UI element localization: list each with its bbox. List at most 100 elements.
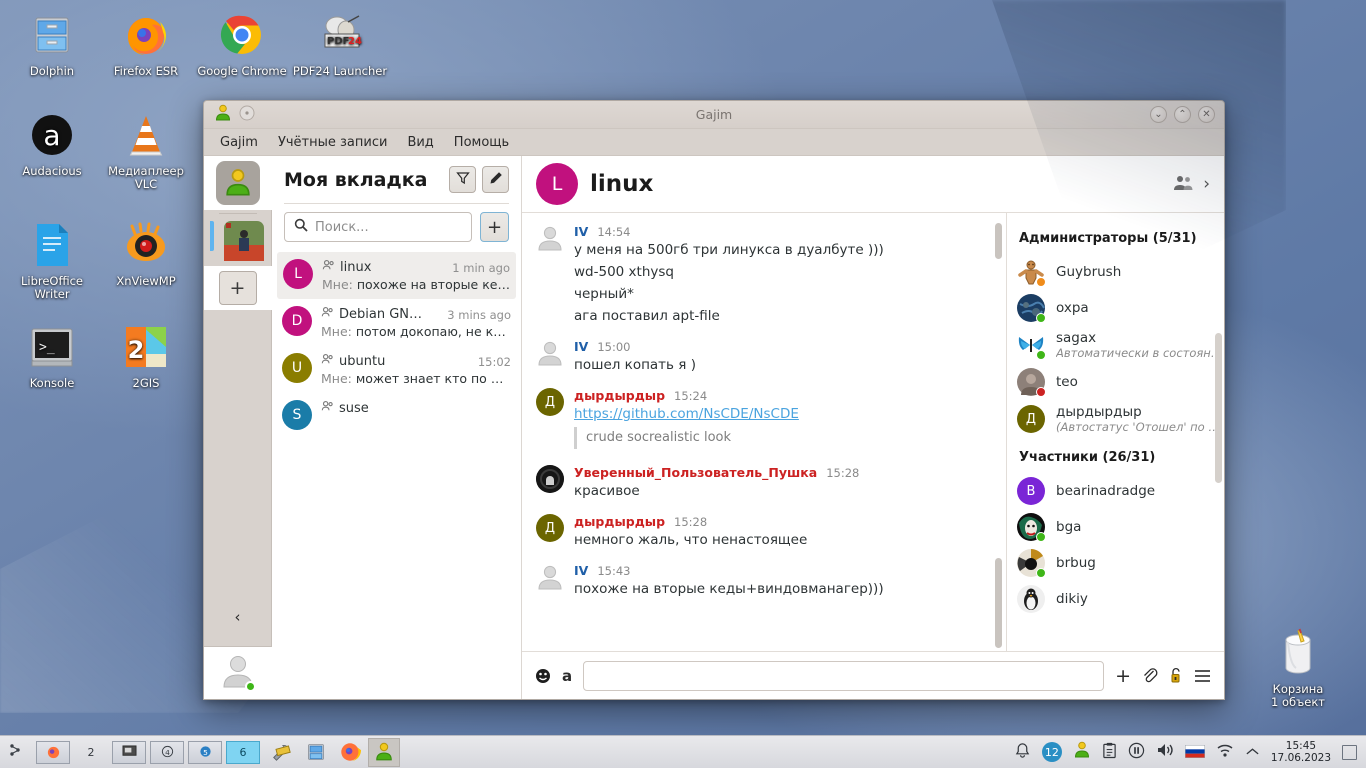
- pause-icon[interactable]: [1128, 742, 1145, 763]
- format-text-icon[interactable]: a: [562, 667, 572, 685]
- participant-row[interactable]: Д дырдырдыр (Автостатус 'Отошел' по …: [1017, 400, 1224, 438]
- bell-icon[interactable]: [1014, 742, 1031, 763]
- add-account-button[interactable]: +: [218, 271, 257, 305]
- chat-list-item-suse[interactable]: S suse: [272, 393, 521, 437]
- svg-text:2: 2: [128, 336, 145, 364]
- svg-text:4: 4: [165, 748, 170, 757]
- desktop-icon-xnview[interactable]: XnViewMP: [98, 218, 194, 288]
- presence-dot-dnd: [1036, 387, 1046, 397]
- conversation-avatar: L: [536, 163, 578, 205]
- trash-sublabel: 1 объект: [1271, 695, 1325, 709]
- chat-list-item-linux[interactable]: L linux 1 min ago Мне: похоже на вторые …: [277, 252, 516, 299]
- desktop-icon-2gis[interactable]: 2 2GIS: [98, 320, 194, 390]
- participant-row[interactable]: dikiy: [1017, 581, 1224, 617]
- desktop-icon-writer[interactable]: LibreOffice Writer: [4, 218, 100, 301]
- volume-icon[interactable]: [1156, 742, 1174, 762]
- account-unread-indicator: [209, 221, 214, 251]
- show-desktop-icon[interactable]: [1342, 744, 1357, 760]
- menu-accounts[interactable]: Учётные записи: [278, 135, 388, 150]
- message-time: 14:54: [597, 225, 631, 239]
- desktop-icon-chrome[interactable]: Google Chrome: [194, 8, 290, 78]
- chat-list-item-debian[interactable]: D Debian GN… 3 mins ago Мне: потом докоп…: [272, 299, 521, 346]
- add-account-entry[interactable]: +: [203, 266, 272, 310]
- group-title-admins: Администраторы (5/31): [1019, 231, 1197, 246]
- avatar: [1017, 331, 1046, 360]
- desktop: Dolphin Firefox ESR Google Chrome PDF 24…: [0, 0, 1366, 768]
- participant-row[interactable]: oxpa: [1017, 290, 1224, 326]
- desktop-icon-audacious[interactable]: a Audacious: [4, 108, 100, 178]
- message-scrollbar-thumb-top[interactable]: [995, 223, 1002, 259]
- search-input[interactable]: [315, 219, 462, 235]
- menu-gajim[interactable]: Gajim: [220, 135, 258, 150]
- clipboard-icon[interactable]: [1102, 742, 1117, 763]
- pdf24-icon: PDF 24: [292, 8, 388, 62]
- search-box[interactable]: [284, 212, 472, 242]
- filter-icon: [455, 171, 470, 189]
- pager-desktop-6-current[interactable]: 6: [226, 740, 260, 764]
- menu-view[interactable]: Вид: [407, 135, 433, 150]
- desktop-icon-label: Google Chrome: [197, 64, 287, 78]
- start-chat-button[interactable]: +: [480, 212, 509, 242]
- message-scrollbar-thumb[interactable]: [995, 558, 1002, 648]
- participant-row[interactable]: Guybrush: [1017, 254, 1224, 290]
- plus-icon[interactable]: +: [1115, 665, 1131, 687]
- taskbar-item-gajim[interactable]: [368, 737, 400, 767]
- participants-panel[interactable]: Администраторы (5/31) Guybrush oxpa saga…: [1006, 213, 1224, 651]
- filter-button[interactable]: [449, 166, 476, 193]
- participant-row[interactable]: bga: [1017, 509, 1224, 545]
- window-close-button[interactable]: ✕: [1198, 106, 1215, 123]
- chevron-up-icon[interactable]: [1245, 743, 1260, 762]
- chevron-right-icon[interactable]: ›: [1203, 174, 1210, 194]
- taskbar-item-tools[interactable]: [266, 738, 298, 767]
- participant-row[interactable]: B bearinadradge: [1017, 473, 1224, 509]
- desktop-icon-pdf24[interactable]: PDF 24 PDF24 Launcher: [292, 8, 388, 78]
- gajim-tray-icon[interactable]: [1073, 741, 1091, 763]
- emoji-icon[interactable]: [535, 668, 551, 684]
- pager-desktop-3[interactable]: [112, 740, 146, 764]
- svg-text:PDF: PDF: [327, 36, 349, 47]
- taskbar-item-firefox[interactable]: [334, 738, 366, 767]
- ru-flag-icon[interactable]: [1184, 743, 1206, 762]
- pager-desktop-4[interactable]: 4: [150, 740, 184, 764]
- participant-row[interactable]: teo: [1017, 364, 1224, 400]
- paperclip-icon[interactable]: [1142, 667, 1158, 684]
- desktop-icon-firefox[interactable]: Firefox ESR: [98, 8, 194, 78]
- message-input[interactable]: [583, 660, 1105, 691]
- account-rail: + ‹: [203, 156, 272, 699]
- chat-list-item-ubuntu[interactable]: U ubuntu 15:02 Мне: может знает кто по Д…: [272, 346, 521, 393]
- hamburger-menu-icon[interactable]: [1194, 669, 1211, 683]
- desktop-icon-dolphin[interactable]: Dolphin: [4, 8, 100, 78]
- window-minimize-button[interactable]: ⌄: [1150, 106, 1167, 123]
- menu-help[interactable]: Помощь: [454, 135, 509, 150]
- konsole-icon: >_: [4, 320, 100, 374]
- account-entry-photo[interactable]: [209, 217, 266, 263]
- window-maximize-button[interactable]: ⌃: [1174, 106, 1191, 123]
- self-status-entry[interactable]: [203, 646, 272, 699]
- window-titlebar[interactable]: Gajim ⌄ ⌃ ✕: [204, 101, 1224, 129]
- members-icon[interactable]: [1173, 174, 1193, 195]
- participant-row[interactable]: brbug: [1017, 545, 1224, 581]
- clock[interactable]: 15:45 17.06.2023: [1271, 740, 1331, 764]
- notification-count-badge[interactable]: 12: [1041, 742, 1062, 762]
- participants-scrollbar-thumb[interactable]: [1215, 333, 1222, 483]
- pager-desktop-1[interactable]: [36, 740, 70, 764]
- pager-desktop-5[interactable]: 5: [188, 740, 222, 764]
- lock-open-icon[interactable]: [1169, 667, 1183, 684]
- window-menu-dot[interactable]: [239, 105, 255, 125]
- message-link[interactable]: https://github.com/NsCDE/NsCDE: [574, 406, 799, 422]
- chat-list-title: Моя вкладка: [284, 168, 428, 191]
- group-chat-icon: [321, 400, 334, 417]
- desktop-icon-konsole[interactable]: >_ Konsole: [4, 320, 100, 390]
- pager-handle-icon[interactable]: [6, 742, 32, 762]
- message-list[interactable]: IV 14:54 у меня на 500гб три линукса в д…: [522, 213, 1006, 651]
- desktop-icon-trash[interactable]: Корзина 1 объект: [1248, 626, 1348, 709]
- collapse-sidebar-button[interactable]: ‹: [235, 594, 241, 646]
- wifi-icon[interactable]: [1216, 743, 1234, 762]
- pager-desktop-2[interactable]: 2: [74, 741, 108, 764]
- participant-row[interactable]: sagax Автоматически в состоян…: [1017, 326, 1224, 364]
- desktop-icon-vlc[interactable]: Медиаплеер VLC: [98, 108, 194, 191]
- account-entry-selected[interactable]: [203, 156, 272, 210]
- edit-button[interactable]: [482, 166, 509, 193]
- taskbar-item-file-manager[interactable]: [300, 738, 332, 767]
- message-nick: Уверенный_Пользователь_Пушка: [574, 465, 818, 480]
